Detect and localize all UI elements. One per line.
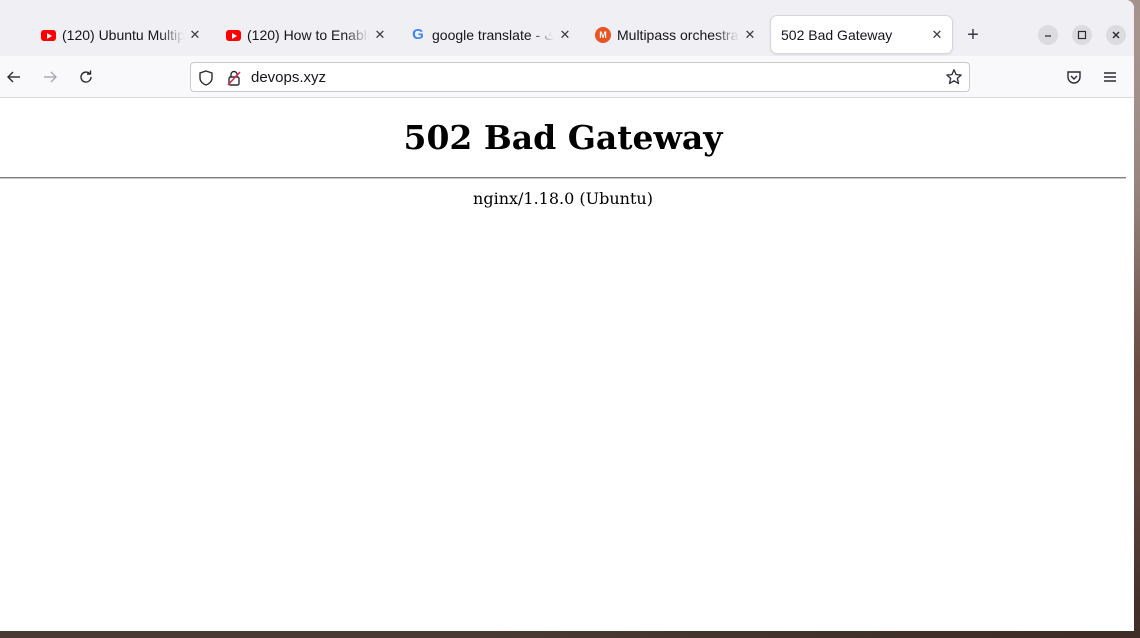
close-tab-icon[interactable]: ✕ (930, 27, 944, 42)
new-tab-button[interactable]: + (962, 24, 984, 46)
insecure-lock-icon[interactable] (225, 69, 243, 87)
page-content: 502 Bad Gateway nginx/1.18.0 (Ubuntu) (0, 98, 1134, 631)
multipass-icon: M (595, 27, 611, 43)
close-tab-icon[interactable]: ✕ (743, 27, 757, 42)
bookmark-star-icon[interactable] (945, 68, 963, 86)
forward-arrow-icon (44, 71, 57, 83)
tab-502-bad-gateway[interactable]: 502 Bad Gateway ✕ (771, 16, 952, 53)
tab-strip: (120) Ubuntu Multipass ✕ (120) How to En… (0, 0, 1134, 56)
youtube-icon (225, 27, 241, 43)
tab-title: Multipass orchestrates (617, 27, 739, 43)
minimize-button[interactable] (1038, 25, 1058, 45)
close-window-button[interactable] (1106, 25, 1126, 45)
back-arrow-icon (7, 71, 20, 83)
back-button[interactable] (2, 65, 26, 89)
reload-icon (80, 70, 92, 83)
horizontal-rule (0, 177, 1126, 179)
tab-google-translate[interactable]: G google translate - بحث ✕ (400, 16, 580, 54)
pocket-button[interactable] (1062, 65, 1086, 89)
reload-button[interactable] (74, 65, 98, 89)
url-text[interactable]: devops.xyz (251, 69, 326, 87)
youtube-icon (40, 27, 56, 43)
error-heading: 502 Bad Gateway (403, 118, 723, 157)
close-tab-icon[interactable]: ✕ (188, 27, 202, 42)
pocket-icon (1067, 71, 1081, 84)
forward-button[interactable] (38, 65, 62, 89)
tracking-protection-shield-icon[interactable] (197, 69, 215, 87)
close-tab-icon[interactable]: ✕ (558, 27, 572, 42)
tab-title: (120) Ubuntu Multipass (62, 27, 184, 43)
tab-multipass[interactable]: M Multipass orchestrates ✕ (585, 16, 765, 54)
close-tab-icon[interactable]: ✕ (373, 27, 387, 42)
menu-button[interactable] (1098, 65, 1122, 89)
hamburger-menu-icon (1104, 72, 1116, 82)
tab-ubuntu-multipass-video[interactable]: (120) Ubuntu Multipass ✕ (30, 16, 210, 54)
tab-title: google translate - بحث (432, 26, 554, 43)
minimize-icon (1045, 35, 1051, 37)
browser-window: (120) Ubuntu Multipass ✕ (120) How to En… (0, 0, 1134, 631)
maximize-button[interactable] (1072, 25, 1092, 45)
close-icon (1112, 31, 1120, 39)
maximize-icon (1077, 30, 1087, 40)
tab-how-to-enable-video[interactable]: (120) How to Enable ✕ (215, 16, 395, 54)
google-icon: G (412, 26, 424, 43)
tab-title: (120) How to Enable (247, 27, 369, 43)
navigation-toolbar: devops.xyz (0, 56, 1134, 98)
tab-title: 502 Bad Gateway (781, 26, 893, 43)
server-signature: nginx/1.18.0 (Ubuntu) (473, 189, 653, 208)
address-bar[interactable]: devops.xyz (190, 62, 970, 92)
